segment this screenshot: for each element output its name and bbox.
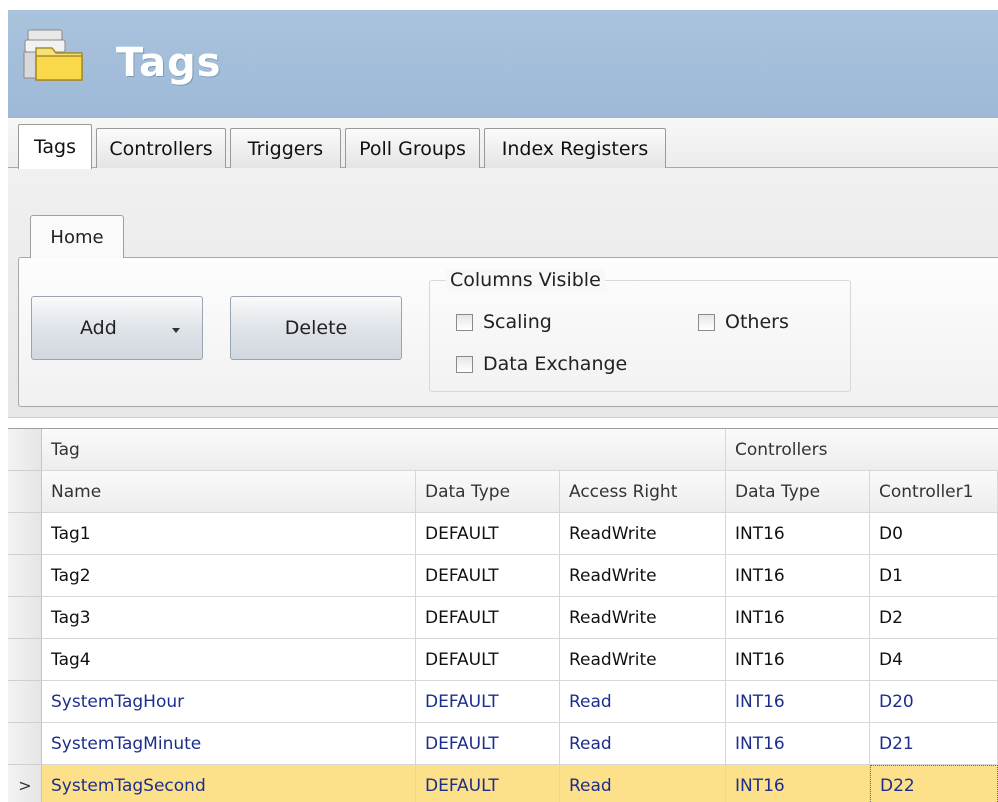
cell-data-type[interactable]: DEFAULT [416, 597, 560, 638]
cell-access-right[interactable]: ReadWrite [560, 597, 726, 638]
table-row-selected[interactable]: SystemTagSecond DEFAULT Read INT16 D22 [42, 765, 998, 802]
cell-data-type[interactable]: DEFAULT [416, 513, 560, 554]
row-selector[interactable] [8, 597, 42, 639]
row-selector[interactable] [8, 681, 42, 723]
cell-access-right[interactable]: Read [560, 723, 726, 764]
columns-visible-title: Columns Visible [446, 269, 605, 291]
cell-data-type[interactable]: DEFAULT [416, 765, 560, 802]
cell-name[interactable]: Tag3 [42, 597, 416, 638]
table-row[interactable]: Tag1 DEFAULT ReadWrite INT16 D0 [42, 513, 998, 555]
scaling-label: Scaling [483, 311, 552, 333]
add-button-label: Add [80, 317, 117, 339]
tags-grid: > Tag Controllers Name Data Type Access … [8, 428, 998, 802]
main-tab-strip: Tags Controllers Triggers Poll Groups In… [8, 118, 998, 169]
others-checkbox-box[interactable] [698, 313, 715, 331]
cell-access-right[interactable]: ReadWrite [560, 513, 726, 554]
cell-controller1[interactable]: D0 [870, 513, 998, 554]
table-row[interactable]: Tag4 DEFAULT ReadWrite INT16 D4 [42, 639, 998, 681]
data-exchange-label: Data Exchange [483, 353, 628, 375]
cell-controller1[interactable]: D4 [870, 639, 998, 680]
cell-controller-data-type[interactable]: INT16 [726, 555, 870, 596]
tab-controllers[interactable]: Controllers [96, 128, 226, 168]
cell-data-type[interactable]: DEFAULT [416, 639, 560, 680]
corner-selector[interactable] [8, 429, 42, 471]
tab-index-registers[interactable]: Index Registers [484, 128, 666, 168]
column-header-controller1[interactable]: Controller1 [870, 471, 998, 512]
column-header-name[interactable]: Name [42, 471, 416, 512]
others-checkbox[interactable]: Others [698, 311, 789, 333]
cell-access-right[interactable]: Read [560, 681, 726, 722]
others-label: Others [725, 311, 789, 333]
group-header-controllers: Controllers [735, 439, 828, 460]
tab-tags[interactable]: Tags [18, 124, 92, 169]
cell-access-right[interactable]: ReadWrite [560, 639, 726, 680]
cell-name[interactable]: SystemTagMinute [42, 723, 416, 764]
dropdown-arrow-icon[interactable] [172, 328, 180, 333]
row-selector[interactable] [8, 513, 42, 555]
table-row[interactable]: SystemTagHour DEFAULT Read INT16 D20 [42, 681, 998, 723]
cell-access-right[interactable]: ReadWrite [560, 555, 726, 596]
cell-controller1[interactable]: D21 [870, 723, 998, 764]
row-selector-current[interactable]: > [8, 765, 42, 802]
page-header: Tags [8, 10, 998, 118]
tags-folder-icon [23, 29, 83, 81]
header-selector [8, 471, 42, 513]
ribbon: Home Add Delete Columns Visible Scaling … [8, 168, 998, 418]
table-row[interactable]: Tag2 DEFAULT ReadWrite INT16 D1 [42, 555, 998, 597]
cell-access-right[interactable]: Read [560, 765, 726, 802]
cell-controller-data-type[interactable]: INT16 [726, 765, 870, 802]
cell-name[interactable]: Tag1 [42, 513, 416, 554]
cell-name[interactable]: Tag4 [42, 639, 416, 680]
column-header-data-type[interactable]: Data Type [416, 471, 560, 512]
tab-poll-groups[interactable]: Poll Groups [345, 128, 480, 168]
row-selector[interactable] [8, 555, 42, 597]
cell-controller-data-type[interactable]: INT16 [726, 513, 870, 554]
data-exchange-checkbox-box[interactable] [456, 355, 473, 373]
group-header-row: Tag Controllers [42, 429, 998, 471]
cell-controller-data-type[interactable]: INT16 [726, 723, 870, 764]
column-header-access-right[interactable]: Access Right [560, 471, 726, 512]
cell-controller1[interactable]: D2 [870, 597, 998, 638]
cell-name[interactable]: Tag2 [42, 555, 416, 596]
tab-triggers[interactable]: Triggers [230, 128, 341, 168]
table-row[interactable]: Tag3 DEFAULT ReadWrite INT16 D2 [42, 597, 998, 639]
row-selector[interactable] [8, 639, 42, 681]
ribbon-tab-home[interactable]: Home [30, 215, 124, 258]
cell-controller-data-type[interactable]: INT16 [726, 639, 870, 680]
row-selector-column: > [8, 429, 42, 802]
delete-button-label: Delete [284, 317, 348, 339]
cell-name[interactable]: SystemTagHour [42, 681, 416, 722]
cell-controller1[interactable]: D20 [870, 681, 998, 722]
scaling-checkbox[interactable]: Scaling [456, 311, 552, 333]
cell-data-type[interactable]: DEFAULT [416, 681, 560, 722]
data-exchange-checkbox[interactable]: Data Exchange [456, 353, 627, 375]
cell-controller1[interactable]: D1 [870, 555, 998, 596]
columns-visible-group: Columns Visible Scaling Others Data Exch… [429, 269, 851, 392]
add-button[interactable]: Add [31, 296, 203, 360]
group-header-tag: Tag [42, 429, 726, 470]
cell-controller-data-type[interactable]: INT16 [726, 681, 870, 722]
page-title: Tags [116, 40, 222, 86]
column-header-controller-data-type[interactable]: Data Type [726, 471, 870, 512]
cell-name[interactable]: SystemTagSecond [42, 765, 416, 802]
cell-data-type[interactable]: DEFAULT [416, 555, 560, 596]
cell-data-type[interactable]: DEFAULT [416, 723, 560, 764]
scaling-checkbox-box[interactable] [456, 313, 473, 331]
cell-controller-data-type[interactable]: INT16 [726, 597, 870, 638]
row-selector[interactable] [8, 723, 42, 765]
ribbon-panel-home: Add Delete Columns Visible Scaling Other… [18, 257, 998, 407]
column-header-row: Name Data Type Access Right Data Type Co… [42, 471, 998, 513]
delete-button[interactable]: Delete [230, 296, 402, 360]
cell-controller1-focused[interactable]: D22 [870, 765, 998, 802]
table-row[interactable]: SystemTagMinute DEFAULT Read INT16 D21 [42, 723, 998, 765]
